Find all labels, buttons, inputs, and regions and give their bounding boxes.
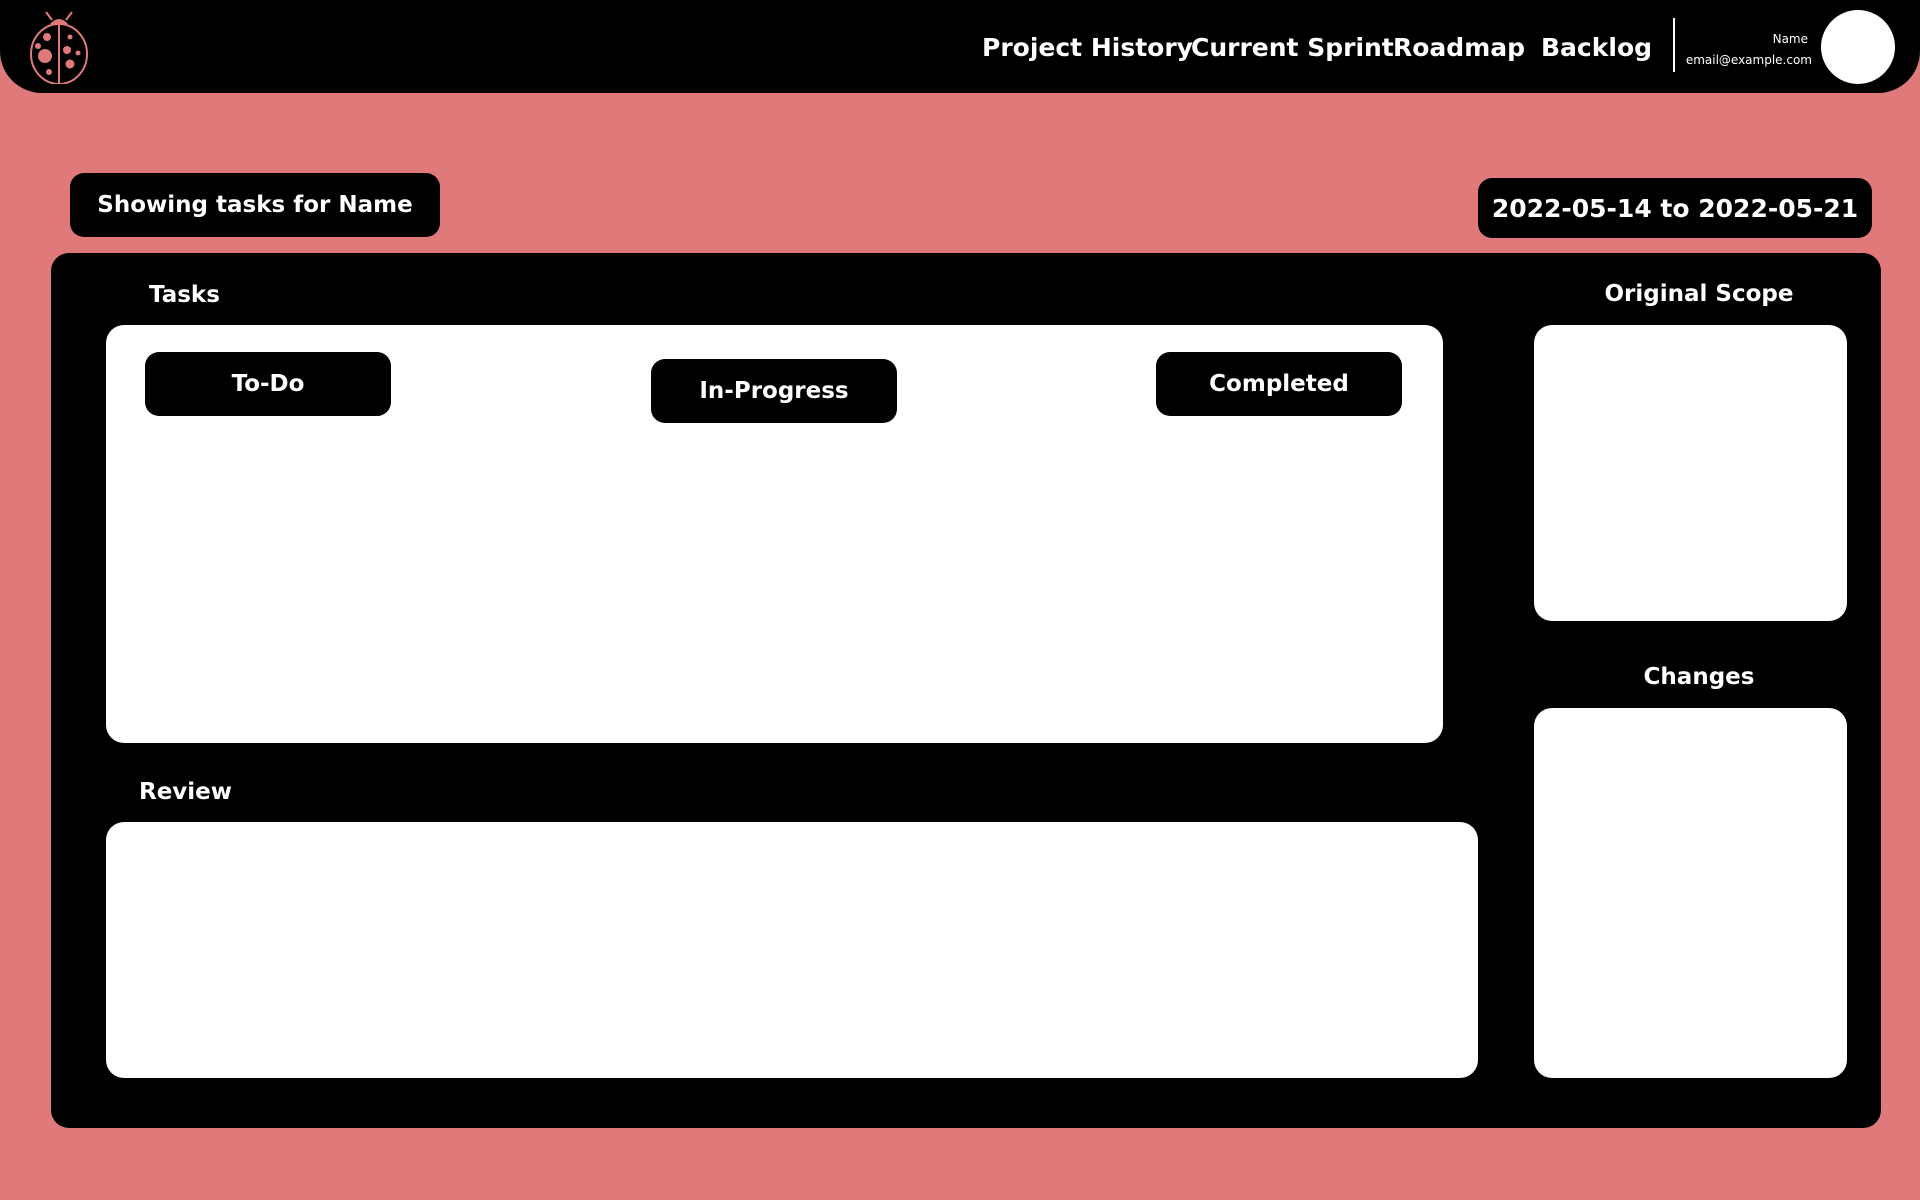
nav-current-sprint[interactable]: Current Sprint xyxy=(1191,30,1394,66)
nav-backlog[interactable]: Backlog xyxy=(1541,30,1652,66)
nav-roadmap[interactable]: Roadmap xyxy=(1393,30,1525,66)
nav-divider xyxy=(1673,18,1675,72)
changes-panel xyxy=(1534,708,1847,1078)
completed-column-button[interactable]: Completed xyxy=(1156,352,1402,416)
sprint-board: Tasks To-Do In-Progress Completed Review… xyxy=(51,253,1881,1128)
tasks-title: Tasks xyxy=(149,282,220,308)
nav-project-history[interactable]: Project History xyxy=(982,30,1193,66)
top-navbar: Project History Current Sprint Roadmap B… xyxy=(0,0,1920,93)
tasks-panel: To-Do In-Progress Completed xyxy=(106,325,1443,743)
original-scope-panel xyxy=(1534,325,1847,621)
in-progress-column-button[interactable]: In-Progress xyxy=(651,359,897,423)
avatar[interactable] xyxy=(1821,10,1895,84)
changes-title: Changes xyxy=(1643,664,1755,690)
ladybug-logo-icon[interactable] xyxy=(26,8,92,85)
user-email: email@example.com xyxy=(1685,53,1812,67)
showing-tasks-label: Showing tasks for Name xyxy=(70,173,440,237)
user-name: Name xyxy=(1772,32,1808,46)
date-range-selector[interactable]: 2022-05-14 to 2022-05-21 xyxy=(1478,178,1872,238)
review-title: Review xyxy=(139,779,233,805)
original-scope-title: Original Scope xyxy=(1604,281,1794,307)
todo-column-button[interactable]: To-Do xyxy=(145,352,391,416)
review-panel xyxy=(106,822,1478,1078)
